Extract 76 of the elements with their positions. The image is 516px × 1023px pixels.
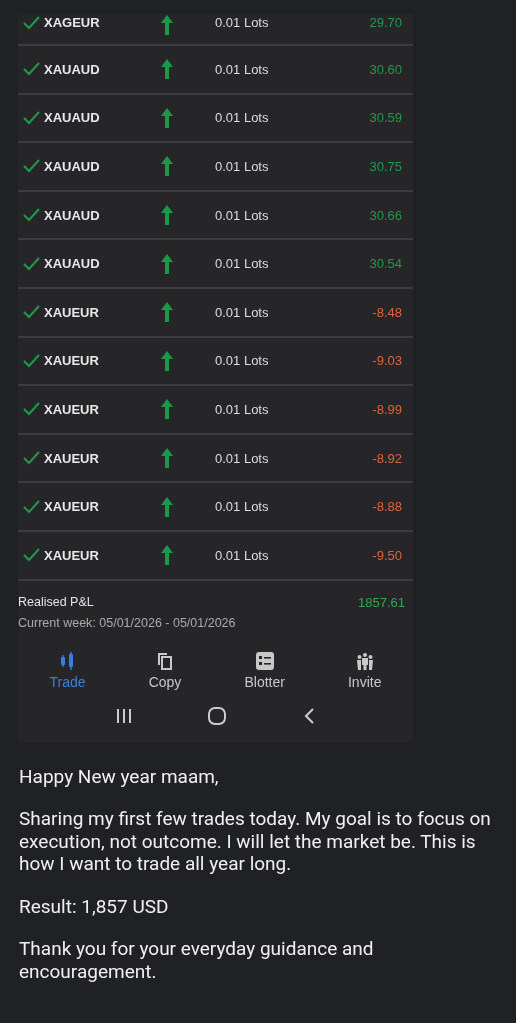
lots-text: 0.01 Lots — [215, 207, 270, 223]
check-icon — [23, 15, 40, 30]
pnl-value: 30.60 — [369, 61, 403, 77]
check-icon — [23, 208, 40, 223]
symbol-text: XAUAUD — [44, 110, 100, 126]
symbol-text: XAUEUR — [44, 401, 99, 417]
symbol-text: XAUAUD — [44, 61, 100, 77]
lots-text: 0.01 Lots — [215, 304, 270, 320]
symbol-text: XAUEUR — [44, 499, 99, 515]
lots-text: 0.01 Lots — [215, 61, 270, 77]
symbol-text: XAUEUR — [44, 304, 99, 320]
check-icon — [23, 110, 40, 125]
pnl-value: 30.75 — [369, 159, 403, 174]
pnl-value: 29.70 — [369, 15, 403, 30]
up-arrow-icon — [161, 496, 173, 517]
symbol-text: XAGEUR — [44, 15, 100, 30]
check-icon — [23, 402, 40, 417]
pnl-value: -9.50 — [372, 547, 403, 563]
symbol-text: XAUEUR — [44, 547, 99, 563]
people-icon — [355, 651, 374, 670]
message-paragraph: Result: 1,857 USD — [19, 895, 170, 919]
lots-text: 0.01 Lots — [215, 353, 270, 369]
pnl-value: 30.54 — [369, 256, 403, 272]
nav-tab[interactable]: Blotter — [234, 651, 295, 690]
lots-text: 0.01 Lots — [215, 547, 270, 563]
lots-text: 0.01 Lots — [215, 256, 270, 272]
pnl-value: -8.88 — [372, 499, 403, 515]
symbol-text: XAUAUD — [44, 207, 100, 223]
up-arrow-icon — [161, 15, 173, 35]
symbol-text: XAUEUR — [44, 353, 99, 369]
lots-text: 0.01 Lots — [215, 499, 270, 515]
message-paragraph: Sharing my first few trades today. My goal is to focus on execution, not outcome. I will let the market be. This is how I want to trade all year long. — [19, 808, 492, 876]
symbol-text: XAUAUD — [44, 256, 100, 272]
symbol-text: XAUEUR — [44, 450, 99, 466]
message-paragraph: Thank you for your everyday guidance and encouragement. — [19, 938, 375, 984]
recent-apps-icon[interactable] — [115, 706, 134, 725]
check-icon — [23, 451, 40, 466]
up-arrow-icon — [161, 107, 173, 128]
up-arrow-icon — [161, 156, 173, 177]
message-paragraph: Happy New year maam, — [19, 765, 220, 789]
up-arrow-icon — [161, 205, 173, 226]
lots-text: 0.01 Lots — [215, 450, 270, 466]
check-icon — [23, 353, 40, 368]
up-arrow-icon — [161, 545, 173, 566]
lots-text: 0.01 Lots — [215, 401, 270, 417]
check-icon — [23, 159, 40, 174]
home-icon[interactable] — [207, 705, 228, 726]
pnl-value: -8.48 — [372, 304, 403, 320]
pnl-value: -9.03 — [372, 353, 403, 369]
nav-tab[interactable]: Trade — [39, 651, 96, 690]
up-arrow-icon — [161, 350, 173, 371]
lots-text: 0.01 Lots — [215, 110, 270, 126]
nav-tab[interactable]: Copy — [138, 651, 192, 690]
lots-text: 0.01 Lots — [215, 15, 270, 30]
summary-value: 1857.61 — [358, 594, 406, 610]
summary-label: Realised P&L — [18, 594, 94, 610]
pnl-value: -8.99 — [372, 401, 403, 417]
up-arrow-icon — [161, 253, 173, 274]
pnl-value: 30.66 — [369, 207, 403, 223]
symbol-text: XAUAUD — [44, 159, 100, 174]
check-icon — [23, 62, 40, 77]
nav-tab[interactable]: Invite — [338, 651, 392, 690]
up-arrow-icon — [161, 59, 173, 80]
pnl-value: -8.92 — [372, 450, 403, 466]
period-text: Current week: 05/01/2026 - 05/01/2026 — [18, 615, 237, 630]
check-icon — [23, 256, 40, 271]
copy-icon — [156, 651, 174, 670]
up-arrow-icon — [161, 399, 173, 420]
lots-text: 0.01 Lots — [215, 159, 270, 174]
check-icon — [23, 305, 40, 320]
check-icon — [23, 499, 40, 514]
list-icon — [255, 651, 274, 670]
up-arrow-icon — [161, 302, 173, 323]
pnl-value: 30.59 — [369, 110, 403, 126]
check-icon — [23, 548, 40, 563]
up-arrow-icon — [161, 448, 173, 469]
